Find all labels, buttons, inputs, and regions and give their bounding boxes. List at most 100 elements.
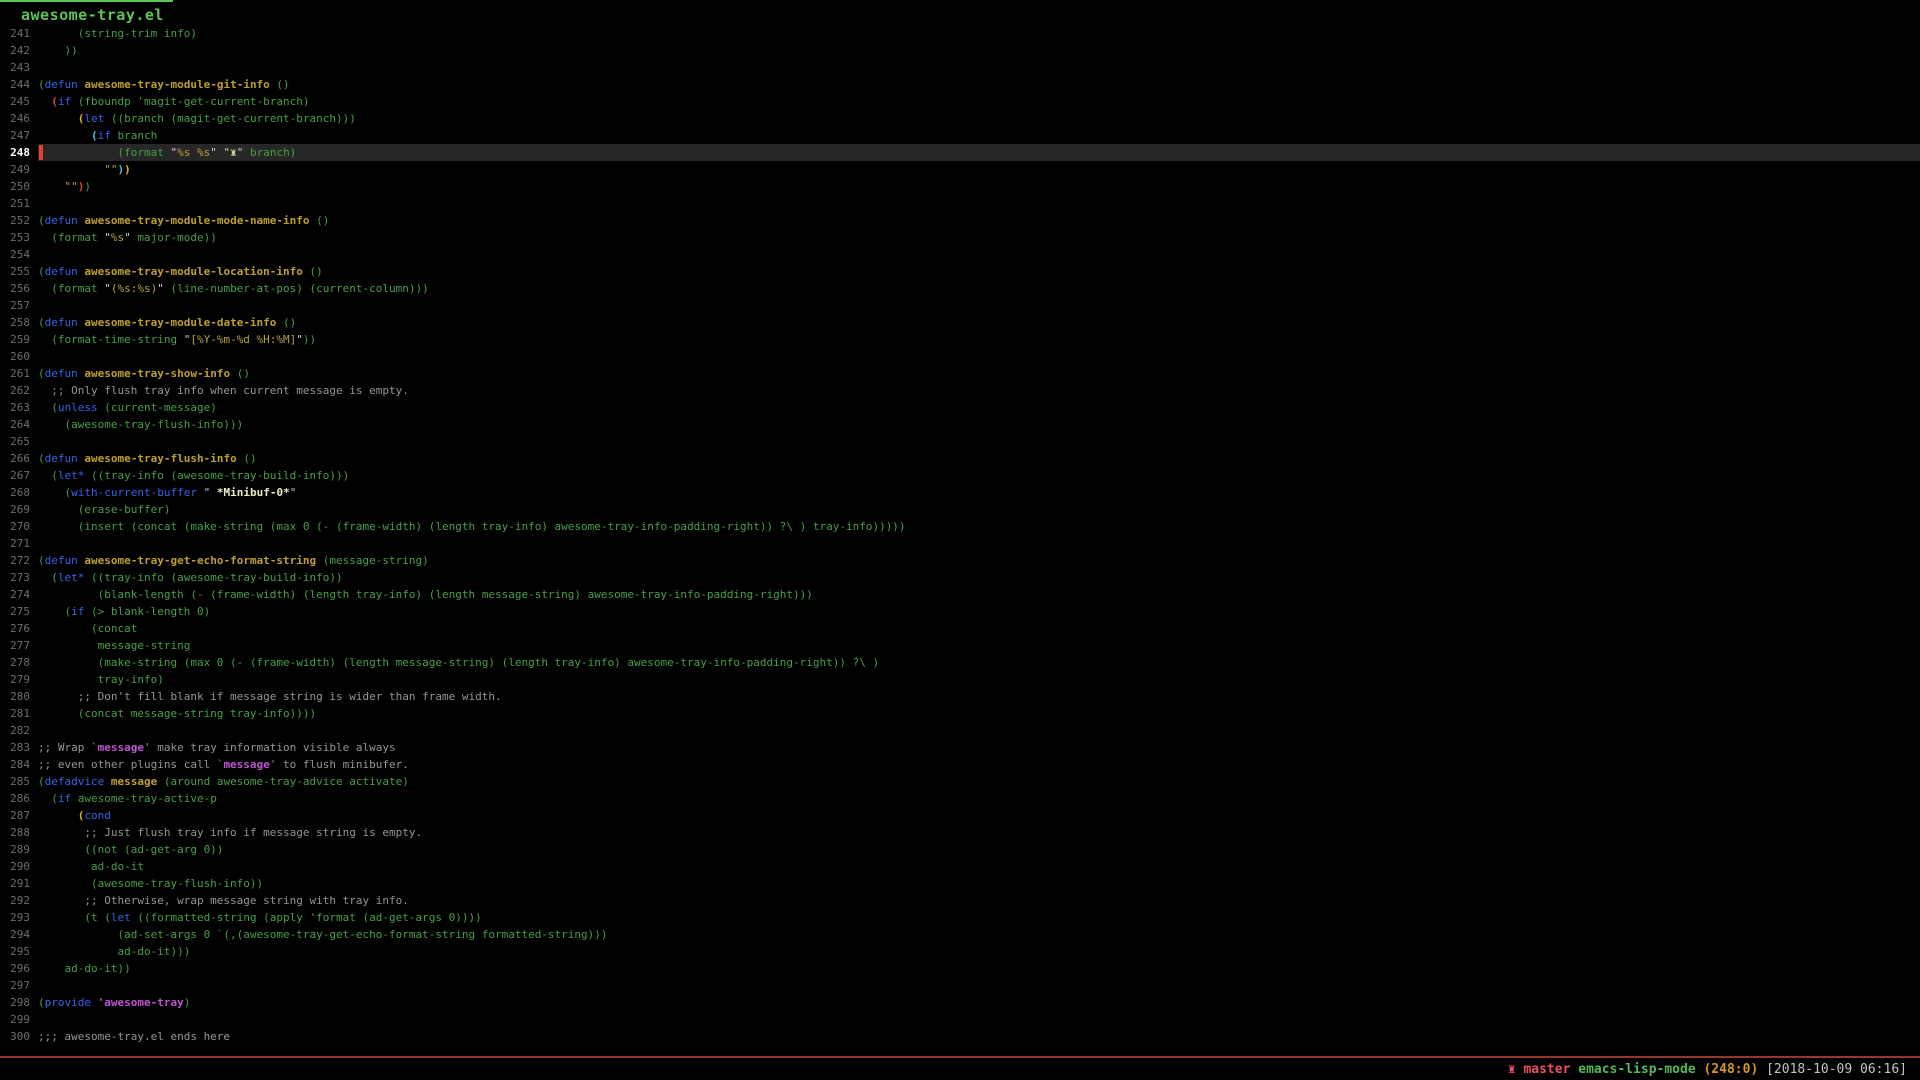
code-line[interactable]: 260	[0, 348, 1920, 365]
code-text[interactable]	[38, 722, 1920, 739]
code-text[interactable]: ad-do-it)))	[38, 943, 1920, 960]
code-text[interactable]: (format "%s %s" "♜" branch)	[38, 144, 1920, 161]
code-text[interactable]: (defadvice message (around awesome-tray-…	[38, 773, 1920, 790]
code-line[interactable]: 261(defun awesome-tray-show-info ()	[0, 365, 1920, 382]
code-text[interactable]: ((not (ad-get-arg 0))	[38, 841, 1920, 858]
code-line[interactable]: 256 (format "(%s:%s)" (line-number-at-po…	[0, 280, 1920, 297]
code-text[interactable]	[38, 433, 1920, 450]
code-line[interactable]: 281 (concat message-string tray-info))))	[0, 705, 1920, 722]
code-text[interactable]: (ad-set-args 0 `(,(awesome-tray-get-echo…	[38, 926, 1920, 943]
code-text[interactable]: (defun awesome-tray-module-date-info ()	[38, 314, 1920, 331]
code-line[interactable]: 263 (unless (current-message)	[0, 399, 1920, 416]
code-line[interactable]: 252(defun awesome-tray-module-mode-name-…	[0, 212, 1920, 229]
code-text[interactable]: (make-string (max 0 (- (frame-width) (le…	[38, 654, 1920, 671]
code-text[interactable]: (insert (concat (make-string (max 0 (- (…	[38, 518, 1920, 535]
code-line[interactable]: 270 (insert (concat (make-string (max 0 …	[0, 518, 1920, 535]
code-line[interactable]: 284;; even other plugins call `message' …	[0, 756, 1920, 773]
code-text[interactable]: tray-info)	[38, 671, 1920, 688]
code-text[interactable]: (t (let ((formatted-string (apply 'forma…	[38, 909, 1920, 926]
code-text[interactable]: (if awesome-tray-active-p	[38, 790, 1920, 807]
code-text[interactable]: ;; even other plugins call `message' to …	[38, 756, 1920, 773]
code-text[interactable]: ;; Only flush tray info when current mes…	[38, 382, 1920, 399]
code-line[interactable]: 269 (erase-buffer)	[0, 501, 1920, 518]
code-line[interactable]: 300;;; awesome-tray.el ends here	[0, 1028, 1920, 1045]
code-text[interactable]: (defun awesome-tray-module-location-info…	[38, 263, 1920, 280]
code-text[interactable]: ;; Otherwise, wrap message string with t…	[38, 892, 1920, 909]
code-text[interactable]: (cond	[38, 807, 1920, 824]
code-line[interactable]: 249 ""))	[0, 161, 1920, 178]
code-line[interactable]: 296 ad-do-it))	[0, 960, 1920, 977]
code-line[interactable]: 298(provide 'awesome-tray)	[0, 994, 1920, 1011]
code-line[interactable]: 274 (blank-length (- (frame-width) (leng…	[0, 586, 1920, 603]
code-text[interactable]: (format-time-string "[%Y-%m-%d %H:%M]"))	[38, 331, 1920, 348]
code-text[interactable]: ;; Don't fill blank if message string is…	[38, 688, 1920, 705]
code-text[interactable]: ;; Just flush tray info if message strin…	[38, 824, 1920, 841]
code-line[interactable]: 285(defadvice message (around awesome-tr…	[0, 773, 1920, 790]
code-line[interactable]: 278 (make-string (max 0 (- (frame-width)…	[0, 654, 1920, 671]
code-line[interactable]: 247 (if branch	[0, 127, 1920, 144]
code-line[interactable]: 288 ;; Just flush tray info if message s…	[0, 824, 1920, 841]
code-line[interactable]: 259 (format-time-string "[%Y-%m-%d %H:%M…	[0, 331, 1920, 348]
code-line[interactable]: 242 ))	[0, 42, 1920, 59]
code-line[interactable]: 245 (if (fboundp 'magit-get-current-bran…	[0, 93, 1920, 110]
code-line[interactable]: 272(defun awesome-tray-get-echo-format-s…	[0, 552, 1920, 569]
code-line[interactable]: 293 (t (let ((formatted-string (apply 'f…	[0, 909, 1920, 926]
code-line[interactable]: 275 (if (> blank-length 0)	[0, 603, 1920, 620]
code-text[interactable]: ;;; awesome-tray.el ends here	[38, 1028, 1920, 1045]
code-text[interactable]: ad-do-it))	[38, 960, 1920, 977]
code-line[interactable]: 255(defun awesome-tray-module-location-i…	[0, 263, 1920, 280]
code-text[interactable]: (defun awesome-tray-show-info ()	[38, 365, 1920, 382]
code-line[interactable]: 276 (concat	[0, 620, 1920, 637]
code-text[interactable]: ;; Wrap `message' make tray information …	[38, 739, 1920, 756]
code-line[interactable]: 266(defun awesome-tray-flush-info ()	[0, 450, 1920, 467]
code-line[interactable]: 268 (with-current-buffer " *Minibuf-0*"	[0, 484, 1920, 501]
code-line[interactable]: 297	[0, 977, 1920, 994]
code-line[interactable]: 273 (let* ((tray-info (awesome-tray-buil…	[0, 569, 1920, 586]
code-text[interactable]: ))	[38, 42, 1920, 59]
code-line[interactable]: 250 ""))	[0, 178, 1920, 195]
code-text[interactable]: (let* ((tray-info (awesome-tray-build-in…	[38, 569, 1920, 586]
code-text[interactable]: (defun awesome-tray-module-git-info ()	[38, 76, 1920, 93]
code-text[interactable]: (provide 'awesome-tray)	[38, 994, 1920, 1011]
code-line[interactable]: 291 (awesome-tray-flush-info))	[0, 875, 1920, 892]
code-text[interactable]	[38, 348, 1920, 365]
code-text[interactable]: (blank-length (- (frame-width) (length t…	[38, 586, 1920, 603]
code-text[interactable]: (if (fboundp 'magit-get-current-branch)	[38, 93, 1920, 110]
code-line[interactable]: 287 (cond	[0, 807, 1920, 824]
code-line[interactable]: 264 (awesome-tray-flush-info)))	[0, 416, 1920, 433]
code-line[interactable]: 280 ;; Don't fill blank if message strin…	[0, 688, 1920, 705]
code-line[interactable]: 295 ad-do-it)))	[0, 943, 1920, 960]
code-text[interactable]	[38, 195, 1920, 212]
code-text[interactable]: (defun awesome-tray-flush-info ()	[38, 450, 1920, 467]
code-line[interactable]: 292 ;; Otherwise, wrap message string wi…	[0, 892, 1920, 909]
code-text[interactable]: (defun awesome-tray-get-echo-format-stri…	[38, 552, 1920, 569]
code-text[interactable]	[38, 297, 1920, 314]
code-text[interactable]: (let ((branch (magit-get-current-branch)…	[38, 110, 1920, 127]
code-text[interactable]: (awesome-tray-flush-info)))	[38, 416, 1920, 433]
code-text[interactable]	[38, 1011, 1920, 1028]
code-text[interactable]: (unless (current-message)	[38, 399, 1920, 416]
code-line[interactable]: 282	[0, 722, 1920, 739]
code-line[interactable]: 277 message-string	[0, 637, 1920, 654]
code-text[interactable]: (let* ((tray-info (awesome-tray-build-in…	[38, 467, 1920, 484]
code-text[interactable]: (awesome-tray-flush-info))	[38, 875, 1920, 892]
code-text[interactable]: (concat message-string tray-info))))	[38, 705, 1920, 722]
code-line[interactable]: 243	[0, 59, 1920, 76]
code-line[interactable]: 253 (format "%s" major-mode))	[0, 229, 1920, 246]
code-text[interactable]: (string-trim info)	[38, 25, 1920, 42]
code-text[interactable]: (concat	[38, 620, 1920, 637]
code-line[interactable]: 294 (ad-set-args 0 `(,(awesome-tray-get-…	[0, 926, 1920, 943]
code-line[interactable]: 271	[0, 535, 1920, 552]
code-text[interactable]: (erase-buffer)	[38, 501, 1920, 518]
code-text[interactable]: ""))	[38, 161, 1920, 178]
code-text[interactable]: ""))	[38, 178, 1920, 195]
code-line[interactable]: 265	[0, 433, 1920, 450]
code-line[interactable]: 254	[0, 246, 1920, 263]
code-line[interactable]: 299	[0, 1011, 1920, 1028]
code-text[interactable]: (format "%s" major-mode))	[38, 229, 1920, 246]
code-text[interactable]: (defun awesome-tray-module-mode-name-inf…	[38, 212, 1920, 229]
code-line[interactable]: 258(defun awesome-tray-module-date-info …	[0, 314, 1920, 331]
code-line[interactable]: 246 (let ((branch (magit-get-current-bra…	[0, 110, 1920, 127]
code-text[interactable]: ad-do-it	[38, 858, 1920, 875]
code-line[interactable]: 262 ;; Only flush tray info when current…	[0, 382, 1920, 399]
